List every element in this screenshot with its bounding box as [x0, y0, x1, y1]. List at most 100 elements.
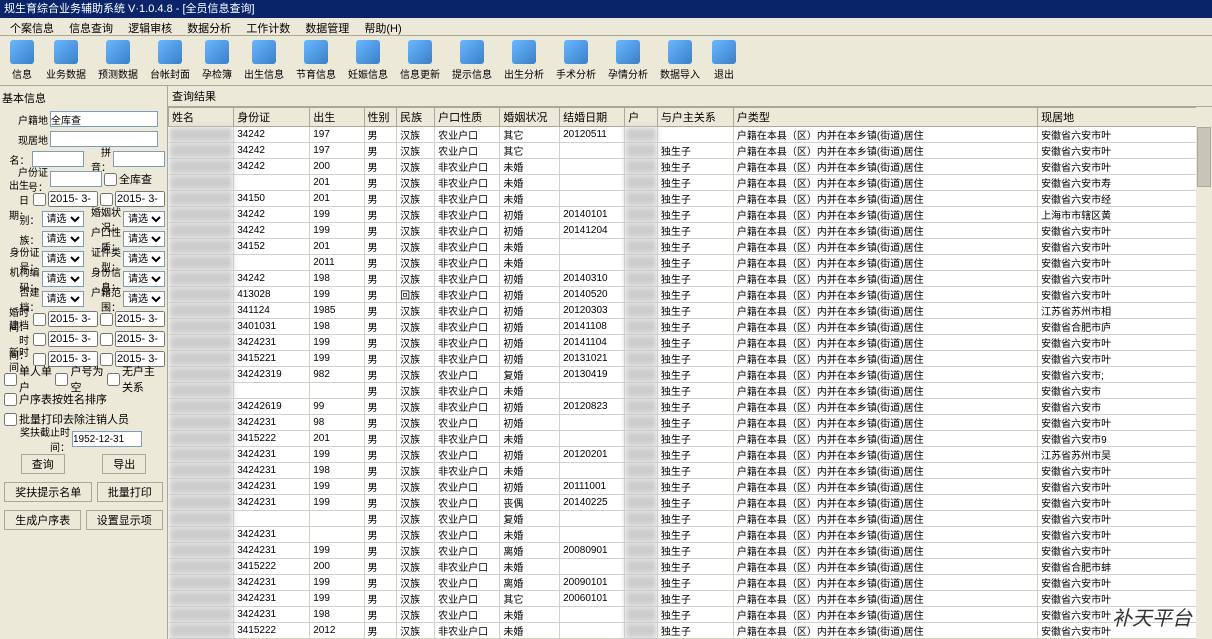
query-button[interactable]: 查询 — [21, 454, 65, 474]
tool-12[interactable]: 孕情分析 — [608, 40, 648, 81]
table-row[interactable]: 34242200男汉族非农业户口未婚独生子户籍在本县（区）内并在本乡镇(街道)居… — [169, 159, 1212, 175]
col-header[interactable]: 姓名 — [169, 108, 234, 127]
col-header[interactable]: 户 — [625, 108, 658, 127]
table-row[interactable]: 3424231199男汉族农业户口初婚20111001独生子户籍在本县（区）内并… — [169, 479, 1212, 495]
jd-to[interactable] — [115, 331, 165, 347]
jiangfu-button[interactable]: 奖扶提示名单 — [4, 482, 92, 502]
table-row[interactable]: 3401031198男汉族非农业户口初婚20141108独生子户籍在本县（区）内… — [169, 319, 1212, 335]
jd-chk1[interactable] — [33, 333, 46, 346]
table-row[interactable]: 413028199男回族非农业户口初婚20140520独生子户籍在本县（区）内并… — [169, 287, 1212, 303]
danren-chk[interactable] — [4, 373, 17, 386]
col-header[interactable]: 户类型 — [733, 108, 1037, 127]
table-row[interactable]: 3424231199男汉族农业户口其它20060101独生子户籍在本县（区）内并… — [169, 591, 1212, 607]
idno-input[interactable] — [50, 171, 102, 187]
tool-5[interactable]: 出生信息 — [244, 40, 284, 81]
vertical-scrollbar[interactable] — [1196, 107, 1212, 639]
table-row[interactable]: 3424231198男汉族非农业户口未婚独生子户籍在本县（区）内并在本乡镇(街道… — [169, 463, 1212, 479]
sex-select[interactable]: 请选 — [42, 211, 84, 227]
hy-chk2[interactable] — [100, 313, 113, 326]
table-row[interactable]: 34242198男汉族非农业户口初婚20140310独生子户籍在本县（区）内并在… — [169, 271, 1212, 287]
tool-0[interactable]: 信息 — [10, 40, 34, 81]
tool-4[interactable]: 孕检簿 — [202, 40, 232, 81]
hy-to[interactable] — [115, 311, 165, 327]
huhao-chk[interactable] — [55, 373, 68, 386]
shengcheng-button[interactable]: 生成户序表 — [4, 510, 81, 530]
table-row[interactable]: 342423198男汉族农业户口初婚独生子户籍在本县（区）内并在本乡镇(街道)居… — [169, 415, 1212, 431]
hy-chk1[interactable] — [33, 313, 46, 326]
table-row[interactable]: 34150201男汉族非农业户口未婚独生子户籍在本县（区）内并在本乡镇(街道)居… — [169, 191, 1212, 207]
idtype-select[interactable]: 请选 — [42, 251, 84, 267]
col-header[interactable]: 身份证 — [234, 108, 310, 127]
jd-chk2[interactable] — [100, 333, 113, 346]
table-row[interactable]: 3424231199男汉族农业户口离婚20080901独生子户籍在本县（区）内并… — [169, 543, 1212, 559]
tool-8[interactable]: 信息更新 — [400, 40, 440, 81]
table-row[interactable]: 34152222012男汉族非农业户口未婚独生子户籍在本县（区）内并在本乡镇(街… — [169, 623, 1212, 639]
table-row[interactable]: 3424231男汉族农业户口未婚独生子户籍在本县（区）内并在本乡镇(街道)居住安… — [169, 527, 1212, 543]
menu-work[interactable]: 工作计数 — [240, 18, 296, 38]
table-row[interactable]: 34242319982男汉族农业户口复婚20130419独生子户籍在本县（区）内… — [169, 367, 1212, 383]
tool-13[interactable]: 数据导入 — [660, 40, 700, 81]
table-row[interactable]: 3415222201男汉族非农业户口未婚独生子户籍在本县（区）内并在本乡镇(街道… — [169, 431, 1212, 447]
huxu-chk[interactable] — [4, 393, 17, 406]
wuzhug-chk[interactable] — [107, 373, 120, 386]
tool-11[interactable]: 手术分析 — [556, 40, 596, 81]
jifou-select[interactable]: 请选 — [42, 291, 84, 307]
col-header[interactable]: 民族 — [397, 108, 435, 127]
tool-6[interactable]: 节育信息 — [296, 40, 336, 81]
jd-from[interactable] — [48, 331, 98, 347]
hukou-select[interactable]: 请选 — [123, 231, 165, 247]
pinyin-input[interactable] — [113, 151, 165, 167]
col-header[interactable]: 出生 — [310, 108, 364, 127]
hjfw-select[interactable]: 请选 — [123, 291, 165, 307]
minzu-select[interactable]: 请选 — [42, 231, 84, 247]
table-row[interactable]: 3424231199男汉族农业户口初婚20120201独生子户籍在本县（区）内并… — [169, 447, 1212, 463]
table-row[interactable]: 3424231199男汉族农业户口离婚20090101独生子户籍在本县（区）内并… — [169, 575, 1212, 591]
tool-14[interactable]: 退出 — [712, 40, 736, 81]
tool-2[interactable]: 预测数据 — [98, 40, 138, 81]
table-row[interactable]: 34242197男汉族农业户口其它20120511户籍在本县（区）内并在本乡镇(… — [169, 127, 1212, 143]
table-row[interactable]: 34152201男汉族非农业户口未婚独生子户籍在本县（区）内并在本乡镇(街道)居… — [169, 239, 1212, 255]
table-row[interactable]: 3424231199男汉族非农业户口初婚20141104独生子户籍在本县（区）内… — [169, 335, 1212, 351]
table-row[interactable]: 3424261999男汉族非农业户口初婚20120823独生子户籍在本县（区）内… — [169, 399, 1212, 415]
jiezhi-input[interactable] — [72, 431, 142, 447]
jigou-select[interactable]: 请选 — [42, 271, 84, 287]
col-header[interactable]: 婚姻状况 — [500, 108, 560, 127]
piliang-button[interactable]: 批量打印 — [97, 482, 163, 502]
tool-10[interactable]: 出生分析 — [504, 40, 544, 81]
col-header[interactable]: 户口性质 — [435, 108, 500, 127]
tool-3[interactable]: 台帐封面 — [150, 40, 190, 81]
menu-analysis[interactable]: 数据分析 — [181, 18, 237, 38]
table-row[interactable]: 3411241985男汉族非农业户口初婚20120303独生子户籍在本县（区）内… — [169, 303, 1212, 319]
hy-from[interactable] — [48, 311, 98, 327]
table-row[interactable]: 3424231199男汉族农业户口丧偶20140225独生子户籍在本县（区）内并… — [169, 495, 1212, 511]
birth-chk1[interactable] — [33, 193, 46, 206]
zjlx-select[interactable]: 请选 — [123, 251, 165, 267]
menu-help[interactable]: 帮助(H) — [358, 18, 407, 38]
tool-7[interactable]: 妊娠信息 — [348, 40, 388, 81]
col-header[interactable]: 性别 — [364, 108, 397, 127]
col-header[interactable]: 结婚日期 — [560, 108, 625, 127]
export-button[interactable]: 导出 — [102, 454, 146, 474]
table-row[interactable]: 34242199男汉族非农业户口初婚20141204独生子户籍在本县（区）内并在… — [169, 223, 1212, 239]
huji-input[interactable] — [50, 111, 158, 127]
hunyin-select[interactable]: 请选 — [123, 211, 165, 227]
col-header[interactable]: 现居地 — [1038, 108, 1212, 127]
table-row[interactable]: 男汉族农业户口复婚独生子户籍在本县（区）内并在本乡镇(街道)居住安徽省六安市叶 — [169, 511, 1212, 527]
menu-query[interactable]: 信息查询 — [63, 18, 119, 38]
tool-9[interactable]: 提示信息 — [452, 40, 492, 81]
tool-1[interactable]: 业务数据 — [46, 40, 86, 81]
scrollbar-thumb[interactable] — [1197, 127, 1211, 187]
table-row[interactable]: 3415222200男汉族非农业户口未婚独生子户籍在本县（区）内并在本乡镇(街道… — [169, 559, 1212, 575]
menu-logic[interactable]: 逻辑审核 — [122, 18, 178, 38]
table-row[interactable]: 3415221199男汉族非农业户口初婚20131021独生子户籍在本县（区）内… — [169, 351, 1212, 367]
quanku-checkbox[interactable] — [104, 173, 117, 186]
table-row[interactable]: 34242197男汉族农业户口其它独生子户籍在本县（区）内并在本乡镇(街道)居住… — [169, 143, 1212, 159]
table-row[interactable]: 3424231198男汉族农业户口未婚独生子户籍在本县（区）内并在本乡镇(街道)… — [169, 607, 1212, 623]
table-row[interactable]: 男汉族非农业户口未婚独生子户籍在本县（区）内并在本乡镇(街道)居住安徽省六安市 — [169, 383, 1212, 399]
shezhi-button[interactable]: 设置显示项 — [86, 510, 163, 530]
menu-case[interactable]: 个案信息 — [4, 18, 60, 38]
shenfen-select[interactable]: 请选 — [123, 271, 165, 287]
table-row[interactable]: 201男汉族非农业户口未婚独生子户籍在本县（区）内并在本乡镇(街道)居住安徽省六… — [169, 175, 1212, 191]
col-header[interactable]: 与户主关系 — [657, 108, 733, 127]
table-row[interactable]: 34242199男汉族非农业户口初婚20140101独生子户籍在本县（区）内并在… — [169, 207, 1212, 223]
